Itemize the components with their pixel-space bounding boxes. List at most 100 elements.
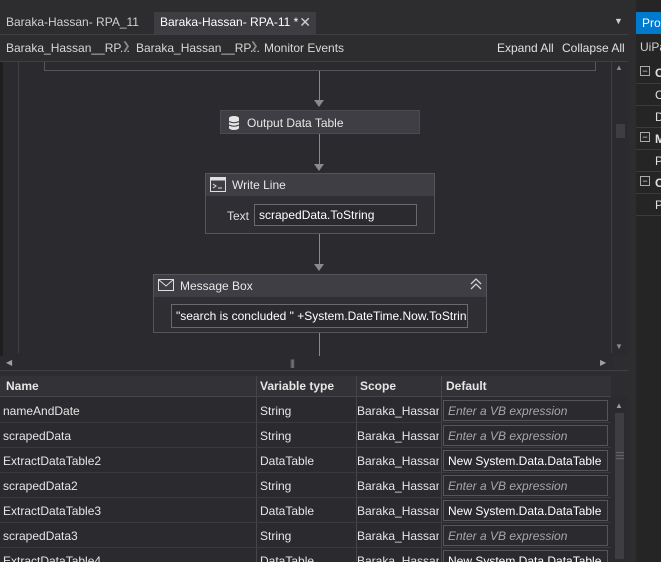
variable-scope-cell[interactable]: Baraka_Hassan_ [357,454,439,468]
scroll-down-icon[interactable]: ▼ [615,342,623,351]
table-row[interactable]: nameAndDate StringBaraka_Hassan_ Enter a V… [0,398,611,423]
variable-type-cell[interactable]: DataTable [260,504,354,518]
variable-scope-cell[interactable]: Baraka_Hassan_ [357,429,439,443]
canvas-edge [0,62,3,356]
activity-header[interactable]: Write Line [206,174,434,196]
property-category[interactable]: − C [636,62,661,84]
variable-name-cell[interactable]: scrapedData [3,429,253,443]
variables-panel: Name Variable type Scope Default nameAnd… [0,376,611,562]
properties-panel: Pro UiPa −CCD−MP−OP [636,0,661,562]
tab-baraka-hassan-rpa-11-active[interactable]: Baraka-Hassan- RPA-11 * ✕ [154,12,316,34]
variable-type-cell[interactable]: String [260,429,354,443]
column-header-scope[interactable]: Scope [360,379,396,393]
variable-type-cell[interactable]: String [260,404,354,418]
canvas-vertical-scrollbar[interactable]: ▲ ▼ [613,62,628,356]
tab-label: Baraka-Hassan- RPA_11 [6,15,139,29]
variable-default-input[interactable]: New System.Data.DataTable [443,500,608,521]
table-row[interactable]: scrapedData2 StringBaraka_Hassan_ Enter a … [0,473,611,498]
scrollbar-thumb[interactable] [616,124,625,138]
variable-default-input[interactable]: New System.Data.DataTable [443,550,608,562]
property-row[interactable]: P [636,194,661,216]
activity-header[interactable]: Message Box [154,275,486,297]
collapse-category-icon[interactable]: − [640,176,650,186]
variable-name-cell[interactable]: ExtractDataTable2 [3,454,253,468]
table-row[interactable]: ExtractDataTable4 DataTableBaraka_Hassan_… [0,548,611,562]
close-icon[interactable]: ✕ [299,12,311,32]
breadcrumb-item-root[interactable]: Baraka_Hassan__RP... [6,41,130,55]
variable-default-input[interactable]: Enter a VB expression [443,425,608,446]
canvas-horizontal-scrollbar[interactable]: ◀ ||| ▶ [0,356,613,370]
scrollbar-grip[interactable]: ||| [290,358,295,368]
table-row[interactable]: scrapedData3 StringBaraka_Hassan_ Enter a … [0,523,611,548]
variable-name-cell[interactable]: nameAndDate [3,404,253,418]
tab-properties[interactable]: Pro [636,12,661,34]
property-label: P [655,154,661,168]
write-line-activity[interactable]: Write Line Text scrapedData.ToString [205,173,435,234]
property-category[interactable]: − M [636,128,661,150]
scrollbar-grip[interactable]: — — — [616,449,624,463]
scroll-up-icon[interactable]: ▲ [615,401,623,410]
chevron-right-icon: ❯ [122,41,131,52]
variable-name-cell[interactable]: scrapedData2 [3,479,253,493]
expand-all-link[interactable]: Expand All [497,41,554,55]
variable-type-cell[interactable]: String [260,529,354,543]
variable-type-cell[interactable]: String [260,479,354,493]
variable-name-cell[interactable]: scrapedData3 [3,529,253,543]
property-row[interactable]: P [636,150,661,172]
variable-scope-cell[interactable]: Baraka_Hassan_ [357,554,439,562]
table-row[interactable]: scrapedData StringBaraka_Hassan_ Enter a V… [0,423,611,448]
variables-vertical-scrollbar[interactable]: ▲ — — — [611,397,628,562]
variable-scope-cell[interactable]: Baraka_Hassan_ [357,479,439,493]
tab-list-dropdown-icon[interactable]: ▼ [614,16,626,28]
variable-default-input[interactable]: New System.Data.DataTable [443,450,608,471]
property-category[interactable]: − O [636,172,661,194]
arrow-down-icon [314,100,324,107]
variable-type-cell[interactable]: DataTable [260,554,354,562]
activity-title: Output Data Table [247,116,344,130]
output-data-table-activity[interactable]: Output Data Table [220,110,420,134]
variable-default-input[interactable]: Enter a VB expression [443,400,608,421]
property-row[interactable]: C [636,84,661,106]
variable-default-input[interactable]: Enter a VB expression [443,525,608,546]
table-row[interactable]: ExtractDataTable3 DataTableBaraka_Hassan_… [0,498,611,523]
workflow-designer-canvas[interactable]: Output Data Table Write Line Text scrape… [0,62,628,356]
tab-baraka-hassan-rpa-11[interactable]: Baraka-Hassan- RPA_11 [0,12,150,34]
property-label: P [655,198,661,212]
variable-scope-cell[interactable]: Baraka_Hassan_ [357,404,439,418]
column-header-name[interactable]: Name [6,379,39,393]
breadcrumb-item-sequence[interactable]: Baraka_Hassan__RP... [136,41,260,55]
text-expression-input[interactable]: scrapedData.ToString [254,204,417,226]
column-header-variable-type[interactable]: Variable type [260,379,334,393]
chevron-right-icon: ❯ [250,41,259,52]
variable-name-cell[interactable]: ExtractDataTable3 [3,504,253,518]
collapse-all-link[interactable]: Collapse All [562,41,625,55]
variable-name-cell[interactable]: ExtractDataTable4 [3,554,253,562]
variable-type-cell[interactable]: DataTable [260,454,354,468]
scroll-up-icon[interactable]: ▲ [615,63,623,72]
message-expression-input[interactable]: "search is concluded " +System.DateTime.… [171,304,468,328]
property-label: D [655,110,661,124]
scroll-left-icon[interactable]: ◀ [6,358,12,367]
column-header-default[interactable]: Default [446,379,487,393]
arrow-down-icon [314,164,324,171]
activity-title: Message Box [180,279,253,293]
breadcrumb-item-current[interactable]: Monitor Events [264,41,344,55]
message-box-activity[interactable]: Message Box "search is concluded " +Syst… [153,274,487,333]
scrollbar-thumb[interactable] [615,413,624,559]
arrow-down-icon [314,264,324,271]
collapse-category-icon[interactable]: − [640,132,650,142]
variable-scope-cell[interactable]: Baraka_Hassan_ [357,504,439,518]
property-row[interactable]: D [636,106,661,128]
variables-header-row: Name Variable type Scope Default [0,376,611,397]
properties-title: UiPa [640,40,661,54]
connector-line [319,333,320,356]
previous-activity-box[interactable] [44,62,596,71]
property-label: C [655,88,661,102]
collapse-category-icon[interactable]: − [640,66,650,76]
scroll-right-icon[interactable]: ▶ [600,358,606,367]
variable-default-input[interactable]: Enter a VB expression [443,475,608,496]
variable-scope-cell[interactable]: Baraka_Hassan_ [357,529,439,543]
property-label: O [655,176,661,190]
collapse-icon[interactable] [470,278,482,293]
table-row[interactable]: ExtractDataTable2 DataTableBaraka_Hassan_… [0,448,611,473]
